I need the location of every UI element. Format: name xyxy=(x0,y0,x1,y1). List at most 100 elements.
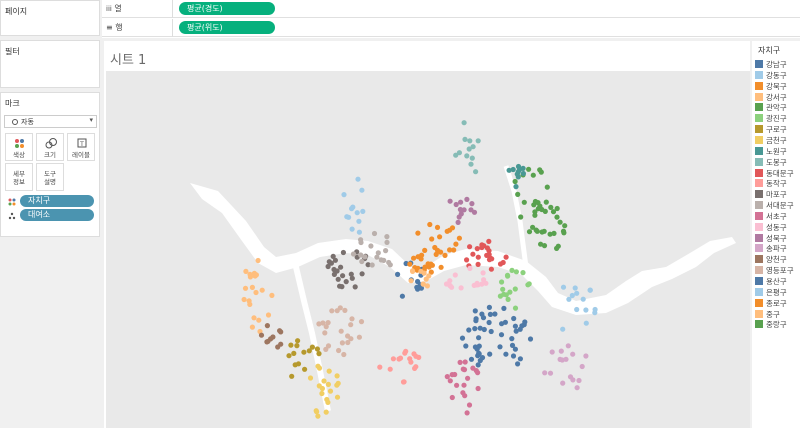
station-point[interactable] xyxy=(434,247,441,253)
station-point[interactable] xyxy=(349,275,355,281)
station-point[interactable] xyxy=(467,244,473,250)
station-point[interactable] xyxy=(334,382,340,388)
station-point[interactable] xyxy=(548,204,554,210)
station-point[interactable] xyxy=(359,271,365,277)
station-point[interactable] xyxy=(356,334,362,340)
station-point[interactable] xyxy=(457,359,463,365)
station-point[interactable] xyxy=(447,247,453,253)
station-point[interactable] xyxy=(470,144,476,150)
station-point[interactable] xyxy=(522,319,528,325)
station-point[interactable] xyxy=(327,388,334,394)
station-point[interactable] xyxy=(520,270,526,276)
station-point[interactable] xyxy=(354,210,360,216)
station-point[interactable] xyxy=(507,289,513,295)
station-point[interactable] xyxy=(474,346,480,352)
station-point[interactable] xyxy=(486,319,492,326)
station-point[interactable] xyxy=(420,281,426,287)
station-point[interactable] xyxy=(475,138,481,144)
station-point[interactable] xyxy=(520,170,526,177)
station-point[interactable] xyxy=(249,324,255,330)
station-point[interactable] xyxy=(543,199,549,205)
station-point[interactable] xyxy=(544,184,550,190)
station-point[interactable] xyxy=(429,236,435,242)
station-point[interactable] xyxy=(359,258,365,265)
station-point[interactable] xyxy=(474,246,480,252)
station-point[interactable] xyxy=(487,351,493,357)
station-point[interactable] xyxy=(521,199,527,205)
station-point[interactable] xyxy=(452,371,458,378)
station-point[interactable] xyxy=(397,355,404,361)
station-point[interactable] xyxy=(341,351,347,358)
station-point[interactable] xyxy=(560,284,567,290)
station-point[interactable] xyxy=(336,347,342,354)
station-point[interactable] xyxy=(334,373,340,379)
station-point[interactable] xyxy=(286,353,292,359)
station-point[interactable] xyxy=(473,169,479,175)
station-point[interactable] xyxy=(499,279,505,285)
station-point[interactable] xyxy=(319,390,325,397)
station-point[interactable] xyxy=(455,219,461,225)
columns-shelf[interactable]: iii 열 평균(경도) xyxy=(102,0,800,18)
station-point[interactable] xyxy=(488,266,494,272)
station-point[interactable] xyxy=(362,254,368,260)
station-point[interactable] xyxy=(295,338,301,344)
station-point[interactable] xyxy=(355,176,361,182)
station-point[interactable] xyxy=(242,285,249,291)
station-point[interactable] xyxy=(479,355,486,361)
pages-card[interactable]: 페이지 xyxy=(0,0,100,36)
station-point[interactable] xyxy=(486,238,492,244)
station-point[interactable] xyxy=(454,382,460,388)
station-point[interactable] xyxy=(473,318,479,324)
station-point[interactable] xyxy=(503,254,509,260)
color-button[interactable]: 색상 xyxy=(5,133,33,161)
station-point[interactable] xyxy=(413,353,419,359)
station-point[interactable] xyxy=(358,319,365,325)
station-point[interactable] xyxy=(537,167,543,173)
station-point[interactable] xyxy=(502,319,508,325)
station-point[interactable] xyxy=(542,208,548,214)
station-point[interactable] xyxy=(475,385,481,392)
station-point[interactable] xyxy=(562,223,568,229)
station-point[interactable] xyxy=(269,292,275,298)
station-point[interactable] xyxy=(462,359,468,365)
station-point[interactable] xyxy=(554,205,560,212)
station-point[interactable] xyxy=(509,336,515,342)
station-point[interactable] xyxy=(449,394,455,401)
station-point[interactable] xyxy=(512,178,518,185)
station-point[interactable] xyxy=(301,349,307,355)
station-point[interactable] xyxy=(476,335,482,341)
station-point[interactable] xyxy=(569,292,575,299)
station-point[interactable] xyxy=(484,252,490,258)
station-point[interactable] xyxy=(339,340,345,346)
station-point[interactable] xyxy=(511,315,517,322)
station-point[interactable] xyxy=(560,380,566,386)
station-point[interactable] xyxy=(468,356,475,362)
station-point[interactable] xyxy=(343,279,349,285)
station-point[interactable] xyxy=(527,336,534,342)
station-point[interactable] xyxy=(444,374,450,380)
station-point[interactable] xyxy=(408,359,414,365)
station-point[interactable] xyxy=(505,296,511,302)
station-point[interactable] xyxy=(458,199,464,205)
station-point[interactable] xyxy=(513,328,519,334)
station-point[interactable] xyxy=(510,353,517,359)
station-point[interactable] xyxy=(277,328,283,334)
station-point[interactable] xyxy=(526,229,533,235)
station-point[interactable] xyxy=(340,273,346,279)
size-button[interactable]: 크기 xyxy=(36,133,64,161)
station-point[interactable] xyxy=(583,353,589,359)
station-point[interactable] xyxy=(503,351,509,357)
rows-pill[interactable]: 평균(위도) xyxy=(179,21,275,34)
station-point[interactable] xyxy=(264,323,270,329)
station-point[interactable] xyxy=(438,264,444,270)
station-point[interactable] xyxy=(515,361,521,367)
station-point[interactable] xyxy=(461,120,467,126)
station-point[interactable] xyxy=(348,322,354,328)
station-point[interactable] xyxy=(316,365,323,371)
station-point[interactable] xyxy=(500,259,506,266)
station-point[interactable] xyxy=(501,291,507,297)
station-point[interactable] xyxy=(383,248,389,254)
station-point[interactable] xyxy=(472,308,478,314)
station-point[interactable] xyxy=(533,227,539,233)
station-point[interactable] xyxy=(481,326,487,333)
